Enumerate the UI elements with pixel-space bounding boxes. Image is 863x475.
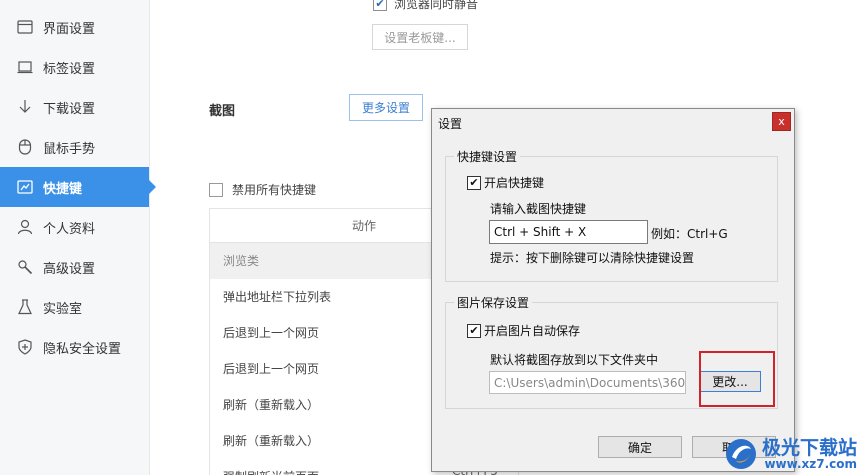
enable-hotkey-label: 开启快捷键 (484, 176, 545, 190)
hotkey-example: 例如：Ctrl+G (651, 227, 728, 241)
mouse-icon (16, 138, 34, 156)
folder-path-field: C:\Users\admin\Documents\360截 (489, 371, 686, 394)
window-icon (16, 18, 34, 36)
screenshot-section-title: 截图 (209, 104, 236, 119)
close-icon[interactable]: x (772, 112, 791, 131)
hotkey-prompt: 请输入截图快捷键 (490, 202, 587, 216)
autosave-option: ✔ 开启图片自动保存 (467, 322, 580, 339)
autosave-checkbox[interactable]: ✔ (467, 323, 481, 338)
sidebar-item-label: 隐私安全设置 (43, 341, 122, 357)
wrench-icon (16, 258, 34, 276)
save-group-legend: 图片保存设置 (454, 294, 533, 311)
sidebar-item-label: 高级设置 (43, 261, 96, 277)
watermark-url: www.xz7.com (764, 456, 857, 471)
sidebar-item-lab[interactable]: 实验室 (0, 287, 149, 327)
sidebar-item-label: 实验室 (43, 301, 83, 317)
enable-hotkey-option: ✔ 开启快捷键 (467, 174, 544, 191)
sidebar-item-hotkeys[interactable]: 快捷键 (0, 167, 156, 207)
sidebar-item-label: 标签设置 (43, 61, 96, 77)
sidebar-item-label: 快捷键 (43, 181, 83, 197)
hotkey-group-legend: 快捷键设置 (454, 148, 521, 165)
disable-all-checkbox[interactable] (209, 182, 223, 197)
settings-dialog: 设置 x 快捷键设置 ✔ 开启快捷键 请输入截图快捷键 Ctrl + Shift… (431, 108, 795, 472)
user-icon (16, 218, 34, 236)
sidebar-item-advanced[interactable]: 高级设置 (0, 247, 149, 287)
more-settings-button[interactable]: 更多设置 (349, 94, 423, 121)
sidebar-item-label: 鼠标手势 (43, 141, 96, 157)
hotkey-hint: 提示：按下删除键可以清除快捷键设置 (490, 251, 695, 265)
folder-prompt: 默认将截图存放到以下文件夹中 (490, 353, 659, 367)
download-icon (16, 98, 34, 116)
flask-icon (16, 298, 34, 316)
mute-option: ✔ 浏览器同时静音 (373, 0, 478, 12)
brand-logo-icon (725, 439, 756, 469)
disable-all-label: 禁用所有快捷键 (232, 183, 317, 197)
disable-all-option: 禁用所有快捷键 (209, 181, 316, 198)
tab-icon (16, 58, 34, 76)
keyboard-icon (16, 178, 34, 196)
mute-checkbox-label: 浏览器同时静音 (394, 0, 479, 11)
sidebar-item-label: 个人资料 (43, 221, 96, 237)
boss-key-button[interactable]: 设置老板键... (372, 24, 468, 50)
change-folder-button[interactable]: 更改... (699, 371, 761, 392)
watermark-brand: 极光下载站 (761, 436, 857, 459)
sidebar-item-profile[interactable]: 个人资料 (0, 207, 149, 247)
watermark-text: 极光下载站 www.xz7.com (762, 438, 857, 471)
settings-sidebar: 界面设置 标签设置 下载设置 鼠标手势 快捷键 个人资料 高级设置 实验室 隐私… (0, 0, 156, 475)
hotkey-input[interactable]: Ctrl + Shift + X (489, 220, 648, 244)
ok-button[interactable]: 确定 (598, 436, 682, 458)
shield-icon (16, 338, 34, 356)
sidebar-item-label: 下载设置 (43, 101, 96, 117)
sidebar-item-tabs[interactable]: 标签设置 (0, 47, 149, 87)
sidebar-item-privacy[interactable]: 隐私安全设置 (0, 327, 149, 367)
enable-hotkey-checkbox[interactable]: ✔ (467, 175, 481, 190)
sidebar-item-download[interactable]: 下载设置 (0, 87, 149, 127)
sidebar-item-interface[interactable]: 界面设置 (0, 7, 149, 47)
sidebar-item-label: 界面设置 (43, 21, 96, 37)
autosave-label: 开启图片自动保存 (484, 324, 581, 338)
sidebar-item-mouse-gesture[interactable]: 鼠标手势 (0, 127, 149, 167)
dialog-title: 设置 (438, 117, 463, 131)
mute-checkbox[interactable]: ✔ (373, 0, 387, 11)
watermark: 极光下载站 www.xz7.com (724, 437, 857, 471)
